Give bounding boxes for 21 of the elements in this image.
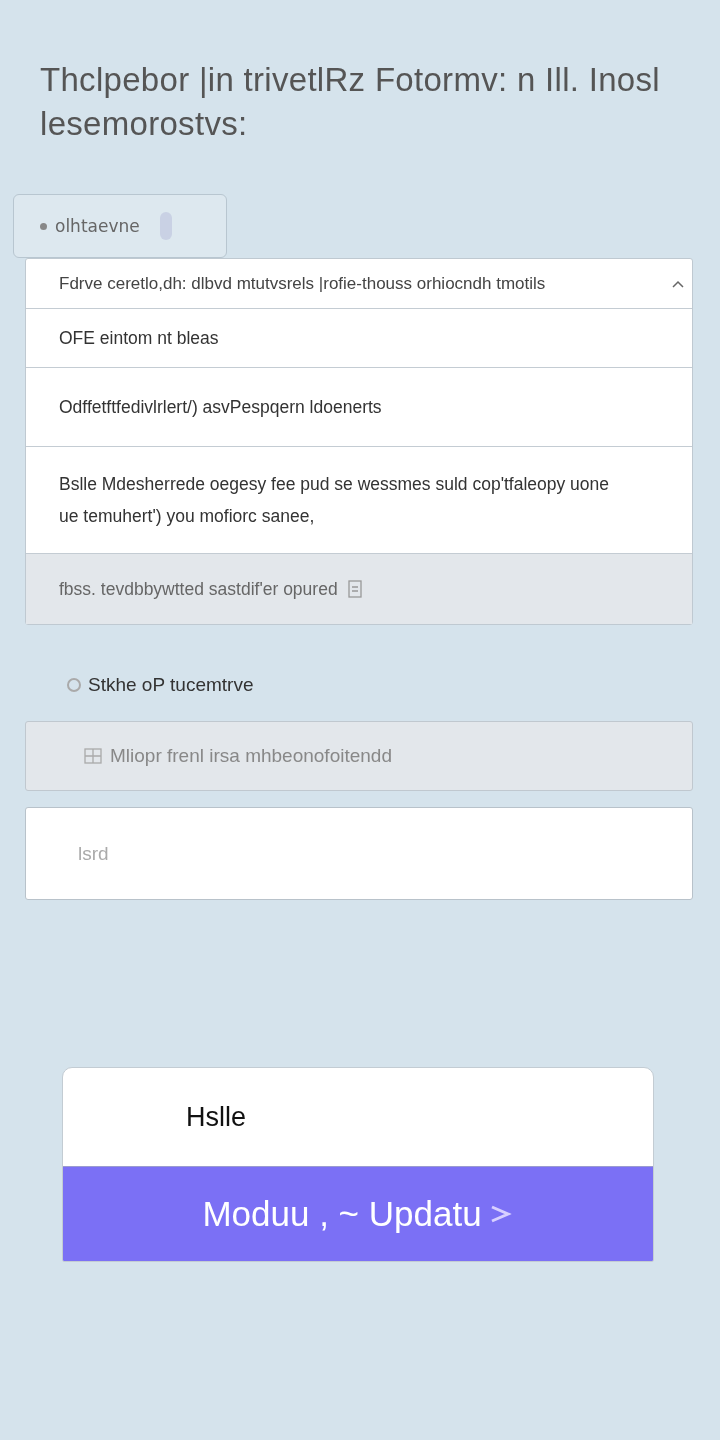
- field-value: Mliopr frenl irsa mhbeonofoitendd: [110, 745, 392, 767]
- update-button[interactable]: Moduu , ~ Updatu: [63, 1166, 653, 1261]
- row-text: Bslle Mdesherrede oegesy fee pud se wessmes suld cop'tfaleopy uone ue temuhert') you mofiorc sanee,: [59, 473, 611, 528]
- list-row[interactable]: Fdrve ceretlo,dh: dlbvd mtutvsrels |rofie-thouss orhiocndh tmotils: [26, 259, 692, 309]
- page-heading: Thclpebor |in trivetlRz Fotormv: n Ill. Inosl lesemorostvs:: [40, 60, 661, 144]
- list-row[interactable]: Odffetftfedivlrlert/) asvPespqern ldoenerts: [26, 368, 692, 447]
- chip-label: olhtaevne: [55, 216, 140, 236]
- section-label: Stkhe oP tucemtrve: [88, 674, 254, 696]
- footer-text: fbss. tevdbbywtted sastdif'er opured: [59, 578, 338, 601]
- filter-chip[interactable]: olhtaevne: [13, 194, 227, 258]
- dot-icon: [40, 222, 47, 230]
- card-title: Hslle: [186, 1101, 246, 1133]
- document-icon: [347, 580, 362, 598]
- input-field[interactable]: lsrd: [25, 807, 693, 900]
- caret-up-icon: [672, 279, 684, 288]
- row-text: OFE eintom nt bleas: [59, 327, 219, 350]
- row-text: Odffetftfedivlrlert/) asvPespqern ldoenerts: [59, 396, 382, 419]
- list-row[interactable]: OFE eintom nt bleas: [26, 309, 692, 368]
- circle-icon: [66, 677, 82, 693]
- grid-icon: [84, 748, 102, 764]
- row-text: Fdrve ceretlo,dh: dlbvd mtutvsrels |rofie-thouss orhiocndh tmotils: [59, 272, 546, 295]
